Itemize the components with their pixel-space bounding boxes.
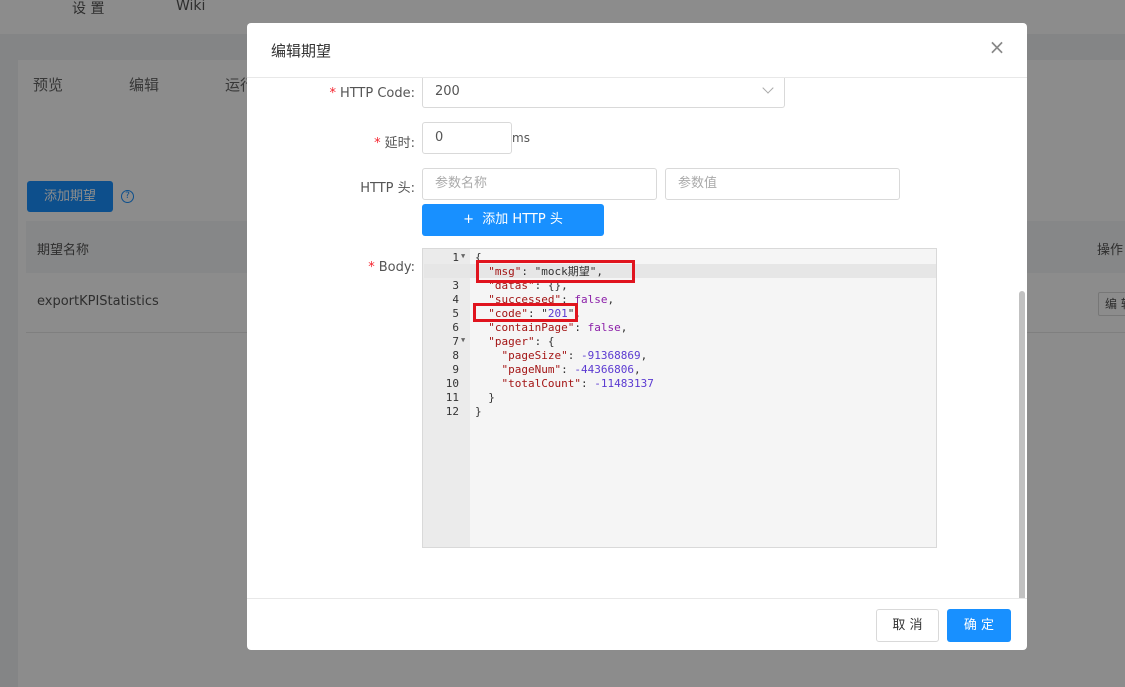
close-icon[interactable]: × bbox=[987, 37, 1007, 57]
line-number: 4 bbox=[452, 293, 459, 306]
modal-footer: 取 消 确 定 bbox=[247, 598, 1027, 650]
code-line: } bbox=[475, 391, 495, 404]
edit-expectation-modal: 编辑期望 × * HTTP Code: 200 * 延时: 0 ms HTTP 头:… bbox=[247, 23, 1027, 650]
chevron-down-icon bbox=[762, 82, 774, 94]
line-number: 9 bbox=[452, 363, 459, 376]
delay-unit: ms bbox=[512, 131, 530, 145]
http-code-label: * HTTP Code: bbox=[329, 86, 415, 101]
line-number: 5 bbox=[452, 307, 459, 320]
line-number-gutter: 1▼234567▼89101112 bbox=[423, 249, 470, 547]
modal-body: * HTTP Code: 200 * 延时: 0 ms HTTP 头: 参数名称 参… bbox=[247, 78, 1027, 598]
line-number: 1 bbox=[452, 251, 459, 264]
code-line: } bbox=[475, 405, 482, 418]
fold-arrow-icon[interactable]: ▼ bbox=[461, 336, 465, 344]
header-name-input[interactable]: 参数名称 bbox=[422, 168, 657, 200]
http-code-select[interactable]: 200 bbox=[422, 78, 785, 108]
body-label: * Body: bbox=[368, 260, 415, 275]
line-number: 3 bbox=[452, 279, 459, 292]
modal-title: 编辑期望 bbox=[271, 42, 332, 60]
line-number: 6 bbox=[452, 321, 459, 334]
modal-header: 编辑期望 × bbox=[247, 23, 1027, 78]
line-number: 8 bbox=[452, 349, 459, 362]
code-line: "pageSize": -91368869, bbox=[501, 349, 648, 362]
highlight-box-code bbox=[473, 303, 578, 322]
body-code-editor[interactable]: 1▼234567▼89101112 { "msg": "mock期望", "da… bbox=[422, 248, 937, 548]
http-code-value: 200 bbox=[435, 84, 460, 99]
ok-button[interactable]: 确 定 bbox=[947, 609, 1011, 642]
modal-scrollbar[interactable] bbox=[1019, 291, 1025, 598]
code-line: "containPage": false, bbox=[488, 321, 628, 334]
http-header-label: HTTP 头: bbox=[360, 181, 415, 196]
add-http-header-button[interactable]: + 添加 HTTP 头 bbox=[422, 204, 604, 236]
line-number: 10 bbox=[445, 377, 459, 390]
cancel-button[interactable]: 取 消 bbox=[876, 609, 939, 642]
header-value-input[interactable]: 参数值 bbox=[665, 168, 900, 200]
highlight-box-msg bbox=[476, 260, 635, 283]
line-number: 12 bbox=[445, 405, 459, 418]
delay-label: * 延时: bbox=[374, 136, 415, 151]
delay-input[interactable]: 0 bbox=[422, 122, 512, 154]
line-number: 11 bbox=[445, 391, 459, 404]
code-line: "totalCount": -11483137 bbox=[501, 377, 654, 390]
line-number: 7 bbox=[452, 335, 459, 348]
fold-arrow-icon[interactable]: ▼ bbox=[461, 252, 465, 260]
code-line: "pager": { bbox=[488, 335, 555, 348]
code-line: "pageNum": -44366806, bbox=[501, 363, 641, 376]
